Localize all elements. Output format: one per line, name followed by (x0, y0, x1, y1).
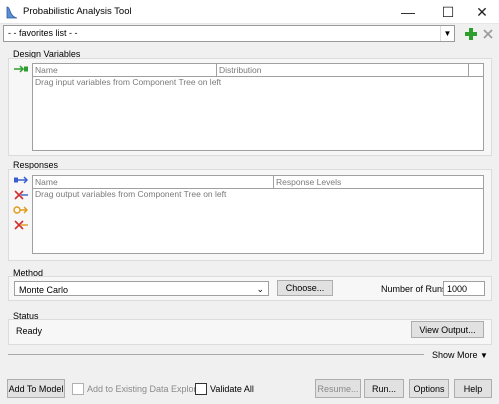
validate-all-label: Validate All (210, 384, 254, 394)
add-existing-checkbox[interactable]: Add to Existing Data Explorer (72, 383, 205, 395)
table-header: Name Response Levels (33, 176, 483, 189)
separator-line (8, 354, 424, 355)
x-icon[interactable] (482, 28, 494, 40)
chevron-down-icon[interactable]: ⌄ (256, 284, 264, 295)
design-variables-table[interactable]: Name Distribution Drag input variables f… (32, 63, 484, 151)
triangle-down-icon: ▼ (480, 351, 488, 360)
run-button[interactable]: Run... (364, 379, 404, 398)
options-button[interactable]: Options (409, 379, 449, 398)
remove-output-icon[interactable] (13, 190, 29, 200)
maximize-button[interactable]: ☐ (431, 0, 465, 24)
view-output-button[interactable]: View Output... (411, 321, 484, 338)
runs-input[interactable]: 1000 (443, 281, 485, 296)
show-more-label: Show More (432, 350, 478, 360)
remove-constraint-icon[interactable] (13, 220, 29, 230)
resume-button[interactable]: Resume... (315, 379, 361, 398)
choose-button[interactable]: Choose... (277, 280, 333, 296)
validate-all-checkbox[interactable]: Validate All (195, 383, 254, 395)
title-bar: Probabilistic Analysis Tool — ☐ ✕ (0, 0, 499, 24)
minimize-icon: — (401, 4, 415, 20)
method-selected: Monte Carlo (19, 285, 69, 295)
show-more-toggle[interactable]: Show More ▼ (432, 350, 488, 360)
runs-value: 1000 (447, 284, 468, 294)
status-text: Ready (16, 326, 43, 336)
maximize-icon: ☐ (441, 3, 455, 20)
responses-table[interactable]: Name Response Levels Drag output variabl… (32, 175, 484, 254)
close-icon: ✕ (476, 3, 488, 20)
plus-icon[interactable] (464, 27, 478, 41)
method-select[interactable]: Monte Carlo ⌄ (14, 281, 269, 296)
table-header: Name Distribution (33, 64, 483, 77)
favorites-value: - - favorites list - - (8, 28, 78, 38)
chevron-down-icon[interactable]: ▼ (440, 26, 454, 41)
responses-hint: Drag output variables from Component Tre… (35, 189, 227, 199)
add-to-model-button[interactable]: Add To Model (7, 379, 65, 398)
design-variables-hint: Drag input variables from Component Tree… (35, 77, 222, 87)
validate-all-check[interactable] (195, 383, 207, 395)
add-input-arrow-icon[interactable] (13, 64, 29, 74)
add-existing-check[interactable] (72, 383, 84, 395)
close-button[interactable]: ✕ (465, 0, 499, 24)
runs-label: Number of Runs: (381, 284, 450, 294)
favorites-dropdown[interactable]: - - favorites list - - ▼ (3, 25, 455, 42)
window-title: Probabilistic Analysis Tool (23, 6, 132, 17)
column-header-response-levels[interactable]: Response Levels (274, 176, 483, 188)
column-header-name[interactable]: Name (33, 176, 274, 188)
add-constraint-icon[interactable] (13, 205, 29, 215)
help-button[interactable]: Help (454, 379, 492, 398)
add-existing-label: Add to Existing Data Explorer (87, 384, 205, 394)
app-icon (6, 5, 18, 19)
add-output-arrow-icon[interactable] (13, 175, 29, 185)
column-header-name[interactable]: Name (33, 64, 217, 76)
column-header-distribution[interactable]: Distribution (217, 64, 469, 76)
minimize-button[interactable]: — (391, 0, 425, 24)
